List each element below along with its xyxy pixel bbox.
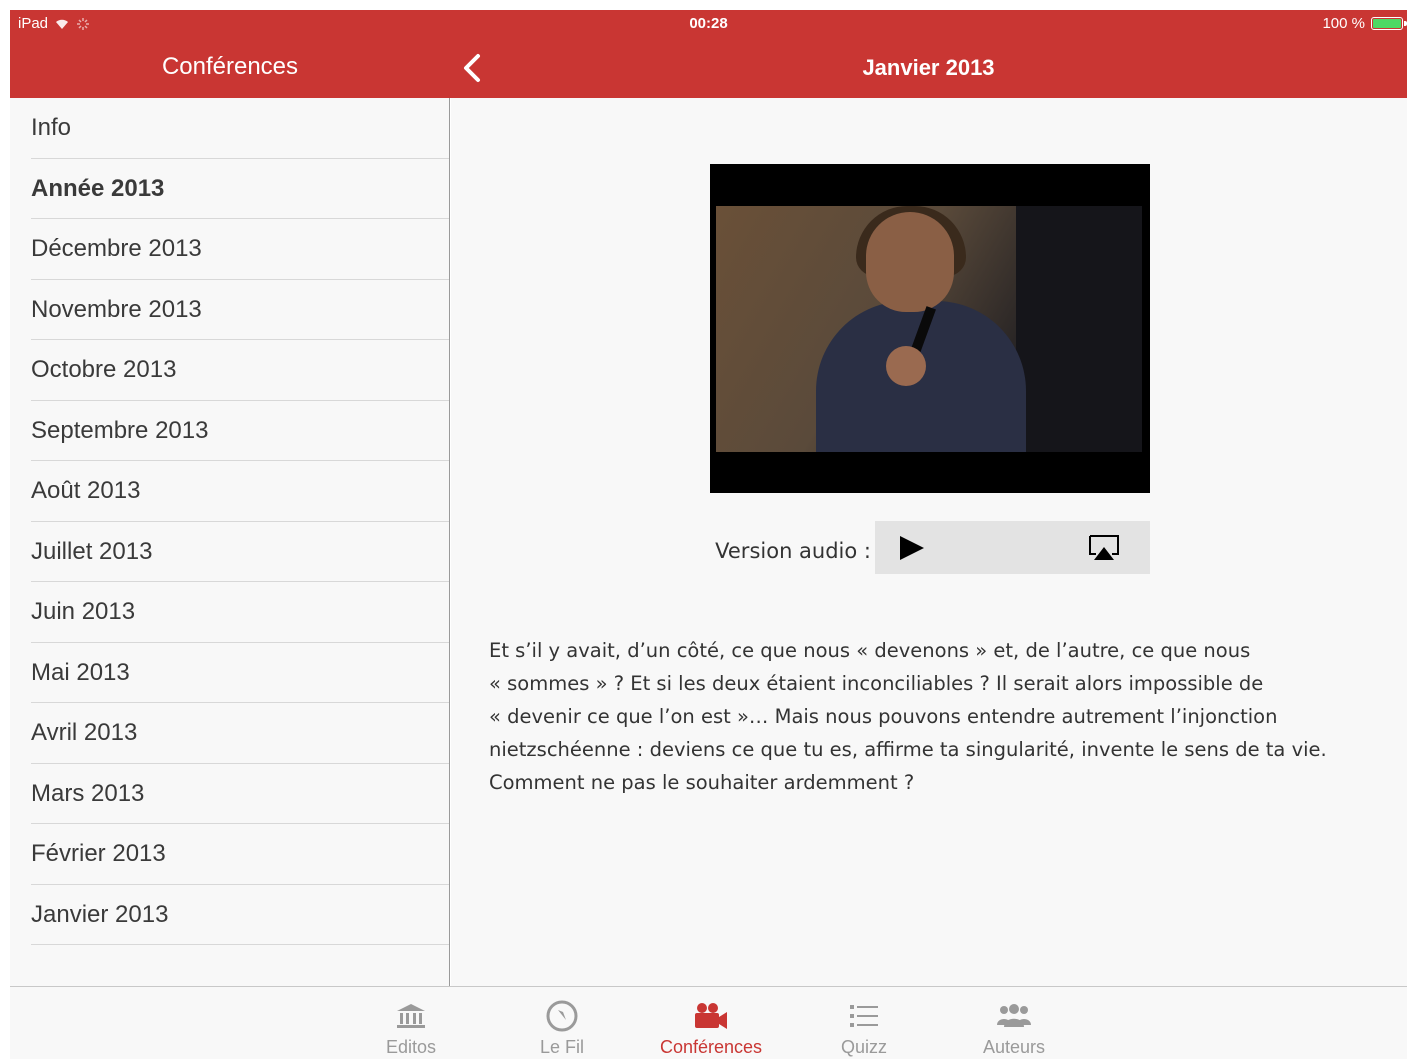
sidebar-item-label: Novembre 2013 [31,295,202,323]
detail-nav-title: Janvier 2013 [862,55,995,80]
sidebar-item-label: Janvier 2013 [31,900,169,928]
sidebar-item[interactable]: Février 2013 [10,824,449,885]
status-time: 00:28 [689,15,728,32]
detail-pane: Version audio : Et s’il y avait, d’un cô… [451,98,1407,986]
sidebar: Info Année 2013 Décembre 2013 Novembre 2013… [10,98,450,986]
sidebar-item[interactable]: Juin 2013 [10,582,449,643]
sidebar-item[interactable]: Avril 2013 [10,703,449,764]
list-icon [850,1005,878,1027]
sidebar-item[interactable]: Août 2013 [10,461,449,522]
sidebar-item[interactable]: Octobre 2013 [10,340,449,401]
sidebar-item[interactable]: Mars 2013 [10,763,449,824]
video-thumbnail [716,206,1142,452]
audio-player [875,521,1150,574]
sidebar-item[interactable]: Juillet 2013 [10,521,449,582]
bank-icon [397,1004,425,1028]
play-button[interactable] [897,534,927,562]
sidebar-item[interactable]: Info [10,98,449,159]
video-camera-icon [695,1003,727,1029]
sidebar-item-label: Mai 2013 [31,658,130,686]
app-screen: iPad 00:28 100 % Conférences Janvier 201… [10,10,1407,1059]
tab-quizz[interactable]: Quizz [804,999,924,1058]
airplay-button[interactable] [1087,533,1121,563]
tab-le-fil[interactable]: Le Fil [502,999,622,1058]
sidebar-item-label: Octobre 2013 [31,356,177,384]
tab-label-editos: Editos [385,1037,437,1057]
video-player[interactable] [710,164,1150,493]
description-line: « sommes » ? Et si les deux étaient inco… [489,672,1264,695]
sidebar-item-label: Juillet 2013 [31,537,153,565]
status-right: 100 % [1322,15,1407,32]
tab-label-quizz: Quizz [840,1037,887,1057]
conference-description: Et s’il y avait, d’un côté, ce que nous … [489,634,1379,799]
description-line: Et s’il y avait, d’un côté, ce que nous … [489,639,1251,662]
tab-editos[interactable]: Editos [351,999,471,1058]
sidebar-item[interactable]: Décembre 2013 [10,219,449,280]
play-icon [900,536,924,560]
users-icon [997,1004,1031,1027]
sidebar-item-label: Année 2013 [31,174,165,202]
tab-bar: Editos Le Fil Conférences Quizz Auteurs [10,986,1407,1059]
description-line: « devenir ce que l’on est »… Mais nous p… [489,705,1278,728]
tab-label-le-fil: Le Fil [539,1037,584,1057]
sidebar-item-label: Septembre 2013 [31,416,209,444]
sidebar-item-label: Juin 2013 [31,598,136,626]
sidebar-item-label: Décembre 2013 [31,235,202,263]
audio-version-label: Version audio : [715,539,871,563]
sidebar-item[interactable]: Septembre 2013 [10,400,449,461]
sidebar-item[interactable]: Année 2013 [10,158,449,219]
tab-label-conferences: Conférences [659,1037,763,1057]
sidebar-list: Info Année 2013 Décembre 2013 Novembre 2013… [10,98,449,945]
sidebar-item-label: Février 2013 [31,840,166,868]
sidebar-item-label: Mars 2013 [31,779,145,807]
sidebar-item-label: Août 2013 [31,477,141,505]
sidebar-item-label: Info [31,114,72,142]
airplay-icon [1089,535,1119,560]
tab-auteurs[interactable]: Auteurs [954,999,1074,1058]
sidebar-nav-title: Conférences [161,53,299,80]
description-line: nietzschéenne : deviens ce que tu es, af… [489,738,1327,761]
sidebar-item[interactable]: Novembre 2013 [10,279,449,340]
top-bar: iPad 00:28 100 % Conférences Janvier 201… [10,10,1407,98]
sidebar-item-label: Avril 2013 [31,719,138,747]
battery-icon [1371,17,1407,30]
sidebar-item[interactable]: Janvier 2013 [10,884,449,945]
sidebar-item[interactable]: Mai 2013 [10,642,449,703]
tab-label-auteurs: Auteurs [982,1037,1046,1057]
battery-percentage: 100 % [1322,15,1365,32]
compass-icon [546,1000,578,1032]
tab-conferences[interactable]: Conférences [651,999,771,1058]
description-line: Comment ne pas le souhaiter ardemment ? [489,771,915,794]
